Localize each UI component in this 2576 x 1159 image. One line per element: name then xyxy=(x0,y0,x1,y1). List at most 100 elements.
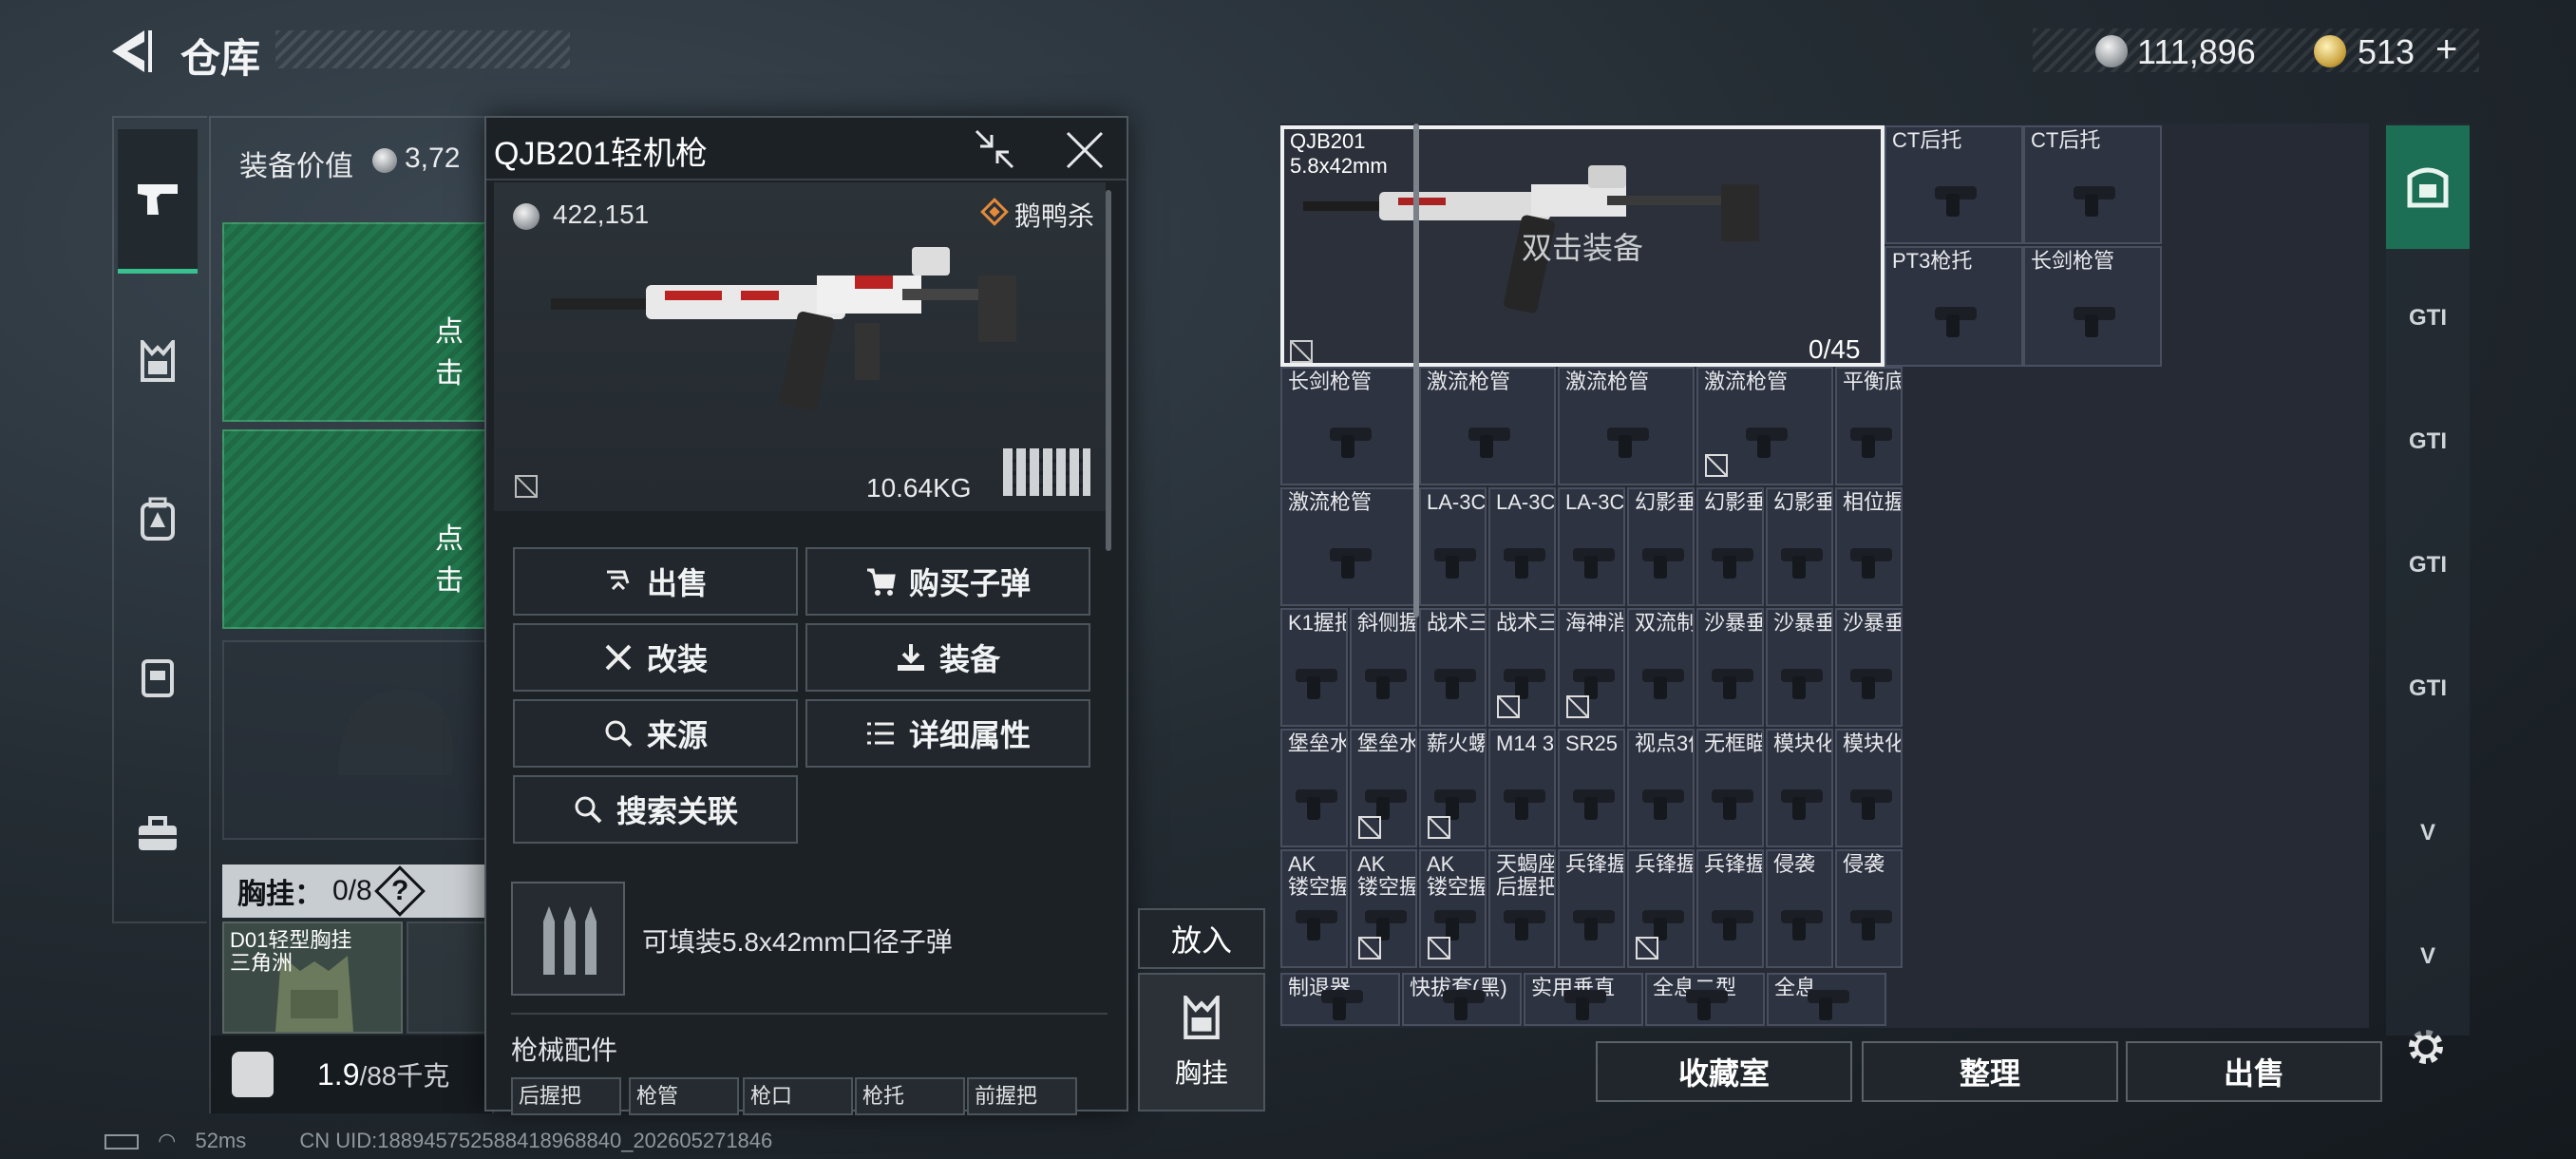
chest-rig-item[interactable]: D01轻型胸挂 三角洲 xyxy=(222,922,403,1034)
inventory-item-cell[interactable]: 模块化握把 xyxy=(1835,729,1903,847)
inventory-item-cell[interactable]: 无框瞄具 xyxy=(1696,729,1764,847)
secondary-weapon-slot[interactable]: 点击 xyxy=(222,429,490,629)
tab-chest-rig[interactable] xyxy=(118,323,198,399)
inventory-item-cell[interactable]: 兵锋握把 xyxy=(1558,849,1625,968)
inventory-item-cell[interactable]: 幻影垂握 xyxy=(1696,487,1764,606)
inventory-item-cell[interactable]: 薪火螺旋... xyxy=(1419,729,1487,847)
tab-toolbox[interactable] xyxy=(118,796,198,872)
tab-filter-1[interactable]: GTI xyxy=(2386,256,2470,380)
part-tab-muzzle[interactable]: 枪口 xyxy=(743,1077,853,1115)
grid-scrollbar[interactable] xyxy=(1413,124,1419,1026)
equip-button[interactable]: 装备 xyxy=(805,623,1090,692)
tab-all[interactable] xyxy=(2386,125,2470,249)
sell-button[interactable]: 出售 xyxy=(513,547,798,616)
inventory-item-cell[interactable]: 平衡底座 xyxy=(1835,367,1903,485)
inventory-item-cell[interactable]: LA-3C xyxy=(1558,487,1625,606)
inventory-item-cell[interactable]: 堡垒水平 xyxy=(1350,729,1417,847)
part-tab-barrel[interactable]: 枪管 xyxy=(629,1077,739,1115)
tab-filter-3[interactable]: GTI xyxy=(2386,504,2470,627)
inventory-item-cell[interactable]: 长剑枪管 xyxy=(2023,246,2162,367)
chest-empty-slot[interactable] xyxy=(407,922,490,1034)
search-related-button[interactable]: 搜索关联 xyxy=(513,775,798,844)
inventory-item-cell[interactable]: 双流制退器 xyxy=(1627,608,1695,727)
inventory-item-cell[interactable]: 战术三角 xyxy=(1419,608,1487,727)
inventory-item-cell[interactable]: LA-3C xyxy=(1419,487,1487,606)
inventory-item-cell[interactable]: M14 30 xyxy=(1488,729,1556,847)
inventory-item-cell[interactable]: 沙暴垂直 xyxy=(1766,608,1833,727)
part-tab-stock[interactable]: 枪托 xyxy=(855,1077,965,1115)
inventory-item-cell[interactable]: 侵袭 xyxy=(1766,849,1833,968)
inventory-item-cell[interactable]: AK 镂空握把 xyxy=(1350,849,1417,968)
buy-ammo-button[interactable]: 购买子弹 xyxy=(805,547,1090,616)
inventory-item-cell[interactable]: 海神消焰器 xyxy=(1558,608,1625,727)
inventory-item-cell[interactable]: 兵锋握把 xyxy=(1627,849,1695,968)
inventory-item-cell[interactable]: AK 镂空握把 xyxy=(1280,849,1348,968)
inventory-item-cell[interactable]: 激流枪管 xyxy=(1280,487,1417,606)
details-button[interactable]: 详细属性 xyxy=(805,699,1090,768)
page-title: 仓库 xyxy=(180,36,261,81)
inventory-item-cell[interactable]: 视点3倍 xyxy=(1627,729,1695,847)
item-label: 沙暴垂直 xyxy=(1843,611,1901,635)
inventory-item-cell[interactable]: 相位握把 xyxy=(1835,487,1903,606)
inventory-item-cell[interactable]: 全息二型 xyxy=(1645,973,1765,1026)
part-tab-foregrip[interactable]: 前握把 xyxy=(967,1077,1077,1115)
inventory-item-cell[interactable]: 沙暴垂直 xyxy=(1835,608,1903,727)
inventory-item-cell[interactable]: 全息 xyxy=(1767,973,1886,1026)
inventory-item-cell[interactable]: K1握把 xyxy=(1280,608,1348,727)
inventory-item-cell[interactable]: AK 镂空握把 xyxy=(1419,849,1487,968)
inventory-item-cell[interactable]: 激流枪管 xyxy=(1696,367,1833,485)
ammo-icon xyxy=(543,906,597,975)
ammo-slot[interactable] xyxy=(511,882,625,996)
source-button[interactable]: 来源 xyxy=(513,699,798,768)
inventory-item-cell[interactable]: 幻影垂握 xyxy=(1627,487,1695,606)
ammo-compatibility: 可填装5.8x42mm口径子弹 xyxy=(642,927,953,957)
inventory-item-cell[interactable]: SR25 20 xyxy=(1558,729,1625,847)
help-icon[interactable]: ? xyxy=(373,865,426,917)
add-gold-button[interactable]: + xyxy=(2435,28,2457,71)
inventory-item-cell[interactable]: 长剑枪管 xyxy=(1280,367,1417,485)
put-in-chest-rig-button[interactable] xyxy=(1138,973,1265,1112)
helmet-slot[interactable] xyxy=(222,640,490,840)
close-icon[interactable] xyxy=(1064,129,1106,171)
organize-button[interactable]: 整理 xyxy=(1862,1041,2118,1102)
tab-backpack[interactable] xyxy=(118,481,198,557)
inventory-item-cell[interactable]: 激流枪管 xyxy=(1558,367,1695,485)
tab-filter-2[interactable]: GTI xyxy=(2386,380,2470,504)
item-image-icon xyxy=(1434,669,1476,699)
inventory-item-cell[interactable]: LA-3C xyxy=(1488,487,1556,606)
inventory-item-cell[interactable]: CT后托 xyxy=(2023,125,2162,244)
item-label: 堡垒水平 xyxy=(1357,732,1415,755)
chest-label: 胸挂： xyxy=(237,879,323,910)
tab-filter-5[interactable]: V xyxy=(2386,771,2470,895)
tab-filter-4[interactable]: GTI xyxy=(2386,627,2470,750)
collection-room-button[interactable]: 收藏室 xyxy=(1596,1041,1852,1102)
tab-filter-6[interactable]: V xyxy=(2386,895,2470,1018)
item-label: 幻影垂握 xyxy=(1773,490,1831,514)
inventory-item-cell[interactable]: 幻影垂握 xyxy=(1766,487,1833,606)
inventory-item-cell[interactable]: 沙暴垂直 xyxy=(1696,608,1764,727)
inventory-item-cell[interactable]: 激流枪管 xyxy=(1419,367,1556,485)
collapse-icon[interactable] xyxy=(973,127,1016,171)
inventory-item-cell[interactable]: 天蝎座 后握把 xyxy=(1488,849,1556,968)
item-image-icon xyxy=(1712,548,1753,579)
inventory-item-cell[interactable]: 战术三角 xyxy=(1488,608,1556,727)
bulk-sell-button[interactable]: 出售 xyxy=(2126,1041,2382,1102)
tab-weapons[interactable] xyxy=(118,129,198,274)
part-tab-rear-grip[interactable]: 后握把 xyxy=(511,1077,621,1115)
primary-weapon-slot[interactable]: 点击 xyxy=(222,222,490,422)
inventory-item-cell[interactable]: 模块化握把 xyxy=(1766,729,1833,847)
inventory-item-cell[interactable]: 兵锋握把 xyxy=(1696,849,1764,968)
inventory-item-cell[interactable]: CT后托 xyxy=(1885,125,2023,244)
back-arrow-icon[interactable] xyxy=(106,27,152,76)
detail-scrollbar[interactable] xyxy=(1106,190,1111,551)
inventory-item-cell[interactable]: 快拔套(黑) xyxy=(1402,973,1522,1026)
inventory-item-cell[interactable]: 斜侧握把 xyxy=(1350,608,1417,727)
backpack-icon xyxy=(141,497,175,541)
modify-button[interactable]: 改装 xyxy=(513,623,798,692)
inventory-item-cell[interactable]: 制退器 xyxy=(1280,973,1400,1026)
inventory-item-cell[interactable]: 侵袭 xyxy=(1835,849,1903,968)
tab-case[interactable] xyxy=(118,638,198,714)
inventory-item-cell[interactable]: 实用垂直 xyxy=(1524,973,1643,1026)
inventory-item-cell[interactable]: PT3枪托 xyxy=(1885,246,2023,367)
inventory-item-cell[interactable]: 堡垒水平 xyxy=(1280,729,1348,847)
